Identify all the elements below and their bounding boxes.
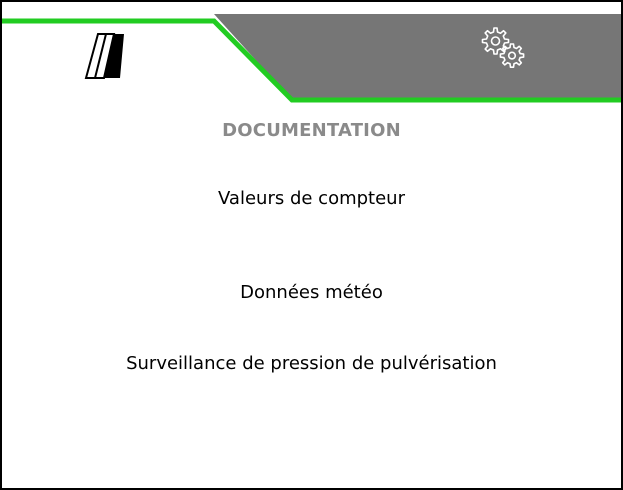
menu-item-counter-values[interactable]: Valeurs de compteur: [2, 188, 621, 209]
page-title: DOCUMENTATION: [222, 120, 401, 141]
gears-icon: [481, 27, 525, 68]
menu-item-weather-data[interactable]: Données météo: [2, 282, 621, 303]
screen-frame: DOCUMENTATION Valeurs de compteur Donnée…: [0, 0, 623, 490]
tab-bar: [2, 2, 621, 112]
tab-settings[interactable]: [217, 2, 621, 102]
tab-sprayer[interactable]: [2, 2, 217, 102]
sprayer-icon: [84, 33, 124, 79]
menu-item-spray-pressure-monitoring[interactable]: Surveillance de pression de pulvérisatio…: [2, 353, 621, 374]
